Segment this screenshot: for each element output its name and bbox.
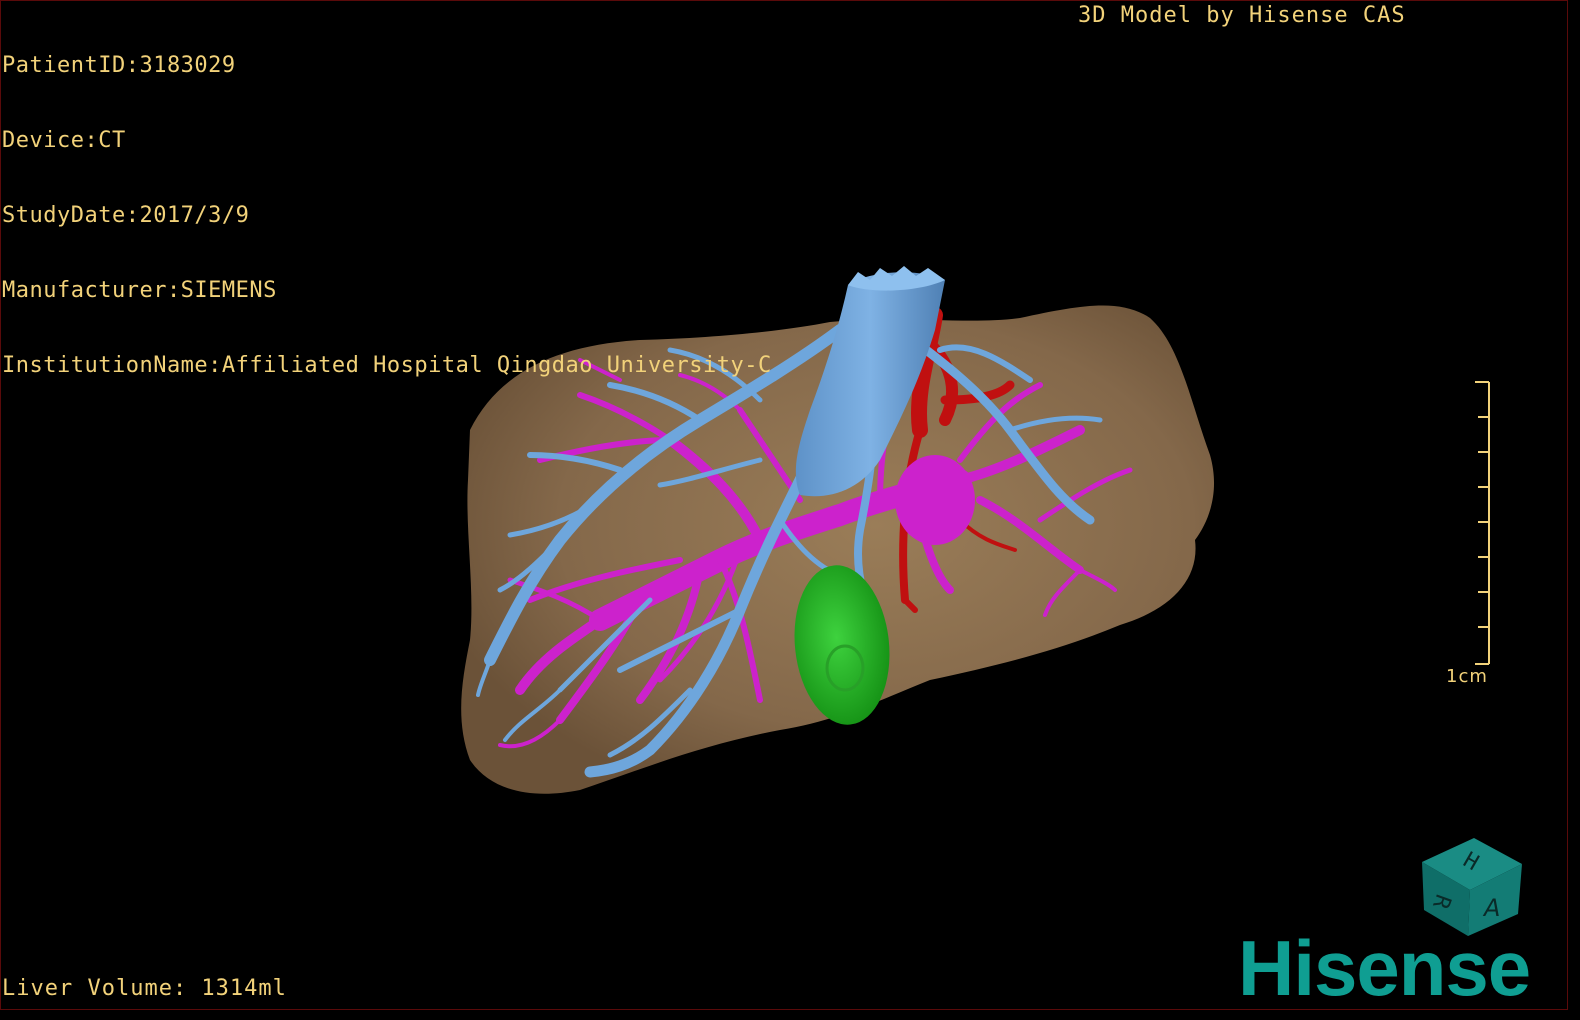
scale-bar (1475, 381, 1490, 665)
study-info-panel: PatientID:3183029 Device:CT StudyDate:20… (2, 3, 772, 403)
patient-id: PatientID:3183029 (2, 53, 236, 78)
study-date: StudyDate:2017/3/9 (2, 203, 250, 228)
device: Device:CT (2, 128, 126, 153)
cube-face-a: A (1482, 894, 1500, 922)
model-credit: 3D Model by Hisense CAS (1078, 3, 1406, 28)
liver-volume: Liver Volume: 1314ml (2, 976, 287, 1001)
hisense-logo: Hisense (1238, 924, 1531, 1012)
institution-name: InstitutionName:Affiliated Hospital Qing… (2, 353, 772, 378)
manufacturer: Manufacturer:SIEMENS (2, 278, 277, 303)
scale-bar-label: 1cm (1446, 666, 1488, 687)
